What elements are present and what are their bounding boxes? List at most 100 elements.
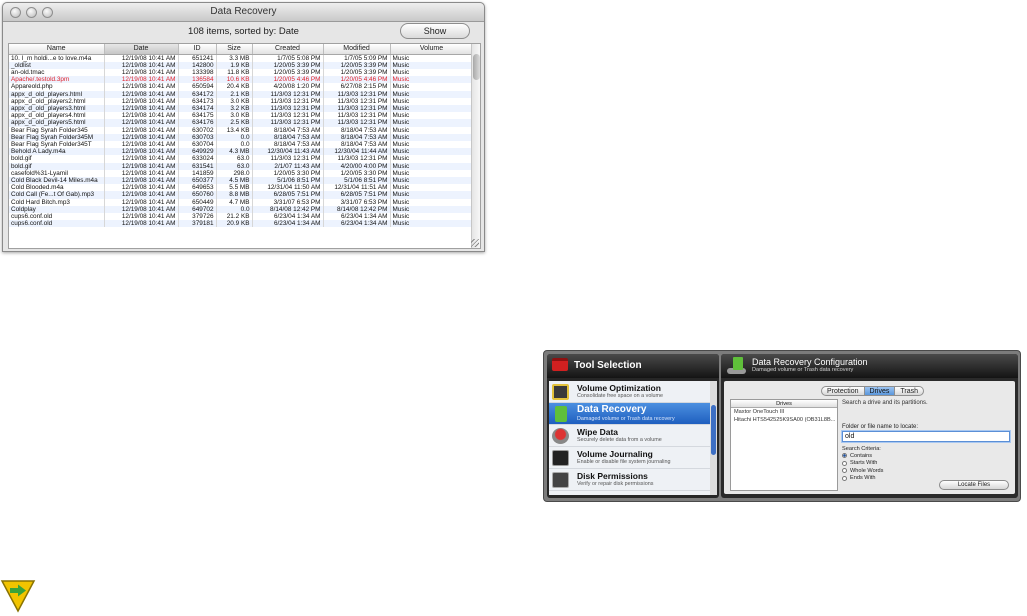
table-row[interactable]: casefold%31-Lyamil 12/19/08 10:41 AM 14185… [9,169,474,177]
drives-list: Drives Maxtor OneTouch III Hitachi HTS54… [730,399,838,491]
table-cell: 20.4 KB [216,83,253,91]
table-cell: 1/7/05 5:09 PM [323,54,391,62]
window-title: Data Recovery [210,6,277,17]
table-row[interactable]: Bear Flag Syrah Folder345T 12/19/08 10:41… [9,140,474,149]
table-row[interactable]: 10. I_m holdi...e to love.m4a 12/19/08 10… [9,54,474,62]
resize-grip-icon[interactable] [471,239,479,247]
tool-list-scrollbar[interactable] [710,381,717,495]
table-row[interactable]: an-old.tmac 12/19/08 10:41 AM 133398 11.8 K… [9,68,474,77]
column-header-id[interactable]: ID [178,44,217,55]
show-button[interactable]: Show [400,23,470,39]
tool-item-disk-permissions[interactable]: Disk Permissions Verify or repair disk p… [549,469,717,491]
table-row[interactable]: cups6.conf.old 12/19/08 10:41 AM 379181 20.… [9,220,474,228]
table-cell: Music [390,155,474,163]
tool-item-volume-journaling[interactable]: Volume Journaling Enable or disable file… [549,447,717,469]
criteria-starts-with-radio[interactable]: Starts With [842,460,883,468]
table-cell: 12/19/08 10:41 AM [104,162,179,170]
table-row[interactable]: cups6.conf.old 12/19/08 10:41 AM 379726 21.… [9,212,474,221]
tab-trash[interactable]: Trash [895,386,925,396]
table-row[interactable]: Cold Call (Fe...t Of Gab).mp3 12/19/08 10… [9,191,474,199]
locate-name-input[interactable]: old [842,431,1010,442]
table-row[interactable]: Apache/.testold.3pm 12/19/08 10:41 AM 1365… [9,76,474,84]
table-cell: 12/30/04 11:44 AM [323,148,391,156]
column-header-name[interactable]: Name [9,44,105,55]
config-tabs: Protection Drives Trash [821,386,925,396]
column-header-volume[interactable]: Volume [390,44,474,55]
table-cell: 6/23/04 1:34 AM [323,212,391,221]
table-cell: 1/20/05 3:39 PM [252,68,324,77]
table-cell: Music [390,140,474,149]
tool-item-volume-optimization[interactable]: Volume Optimization Consolidate free spa… [549,381,717,403]
table-row[interactable]: Bear Flag Syrah Folder345M 12/19/08 10:41… [9,133,474,141]
table-cell: 649653 [178,184,217,192]
scrollbar-thumb[interactable] [473,54,480,80]
locate-field-label: Folder or file name to locate: [842,424,919,430]
table-row[interactable]: bold.gif 12/19/08 10:41 AM 633024 63.0 11/3/… [9,155,474,163]
table-row[interactable]: Bear Flag Syrah Folder345 12/19/08 10:41 … [9,126,474,134]
table-cell: appx_d_old_players.html [9,90,105,98]
table-cell: Music [390,126,474,134]
column-header-modified[interactable]: Modified [323,44,391,55]
tool-item-title: Wipe Data [577,427,619,437]
radio-label: Contains [850,452,873,459]
table-cell: 11/3/03 12:31 PM [323,97,391,105]
table-row[interactable]: Cold Blooded.m4a 12/19/08 10:41 AM 649653 5… [9,184,474,192]
tab-drives[interactable]: Drives [864,386,896,396]
table-cell: 136584 [178,76,217,84]
table-row[interactable]: appx_d_old_players3.html 12/19/08 10:41 A… [9,104,474,113]
radio-icon [842,475,847,481]
table-cell: 12/19/08 10:41 AM [104,191,179,199]
table-cell: 5.5 MB [216,184,253,192]
drive-item[interactable]: Maxtor OneTouch III [731,408,837,416]
table-row[interactable]: appx_d_old_players4.html 12/19/08 10:41 A… [9,112,474,120]
tool-item-desc: Securely delete data from a volume [577,437,662,443]
table-row[interactable]: Coldplay 12/19/08 10:41 AM 649702 0.0 8/14/0… [9,205,474,213]
locate-files-button[interactable]: Locate Files [939,480,1009,490]
column-header-created[interactable]: Created [252,44,324,55]
table-row[interactable]: bold.gif 12/19/08 10:41 AM 631541 63.0 2/1/0… [9,162,474,170]
table-cell: 12/19/08 10:41 AM [104,133,179,141]
table-cell: 6/23/04 1:34 AM [252,212,324,221]
toolbox-icon [552,358,568,371]
criteria-contains-radio[interactable]: Contains [842,452,883,460]
tab-protection[interactable]: Protection [821,386,865,396]
table-row[interactable]: Cold Black Devil-14 Miles.m4a 12/19/08 10… [9,176,474,185]
configuration-header: Data Recovery Configuration Damaged volu… [721,354,1018,378]
table-cell: Music [390,133,474,141]
tool-item-data-recovery[interactable]: Data Recovery Damaged volume or Trash da… [549,403,717,425]
table-cell: Music [390,76,474,84]
tool-item-wipe-data[interactable]: Wipe Data Securely delete data from a vo… [549,425,717,447]
table-cell: 1/20/05 3:39 PM [323,68,391,77]
criteria-whole-words-radio[interactable]: Whole Words [842,467,883,475]
table-cell: 12/30/04 11:43 AM [252,148,324,156]
table-cell: 8/18/04 7:53 AM [252,140,324,149]
table-cell: Cold Call (Fe...t Of Gab).mp3 [9,191,105,199]
table-cell: Music [390,198,474,206]
table-cell: Music [390,90,474,98]
table-cell: Music [390,176,474,185]
drive-item[interactable]: Hitachi HTS542525K9SA00 (OB31L8B... [731,416,837,424]
table-cell: 1.9 KB [216,61,253,69]
table-cell: 1/20/05 4:46 PM [323,76,391,84]
vertical-scrollbar[interactable] [471,44,480,248]
table-cell: 63.0 [216,155,253,163]
table-row[interactable]: appx_d_old_players5.html 12/19/08 10:41 A… [9,119,474,127]
radio-label: Whole Words [850,467,884,474]
table-row[interactable]: _oldlist 12/19/08 10:41 AM 142800 1.9 KB 1/2… [9,61,474,69]
table-cell: 8/14/08 12:42 PM [252,205,324,213]
table-row[interactable]: appx_d_old_players.html 12/19/08 10:41 AM… [9,90,474,98]
column-header-size[interactable]: Size [216,44,253,55]
table-row[interactable]: Cold Hard Bitch.mp3 12/19/08 10:41 AM 6504… [9,198,474,206]
table-row[interactable]: Behold A Lady.m4a 12/19/08 10:41 AM 649929… [9,148,474,156]
table-body: 10. I_m holdi...e to love.m4a 12/19/08 10… [9,54,474,228]
tool-list-scroll-thumb[interactable] [711,405,716,455]
table-row[interactable]: appx_d_old_players2.html 12/19/08 10:41 A… [9,97,474,105]
column-header-date[interactable]: Date [104,44,179,55]
table-cell: 4/20/00 4:00 PM [323,162,391,170]
table-row[interactable]: Appareold.php 12/19/08 10:41 AM 650594 20.4… [9,83,474,91]
window-titlebar[interactable]: Data Recovery [3,3,484,22]
table-cell: 11/3/03 12:31 PM [323,155,391,163]
drives-list-header[interactable]: Drives [731,400,837,408]
table-cell: 3/31/07 6:53 PM [252,198,324,206]
criteria-ends-with-radio[interactable]: Ends With [842,475,883,483]
